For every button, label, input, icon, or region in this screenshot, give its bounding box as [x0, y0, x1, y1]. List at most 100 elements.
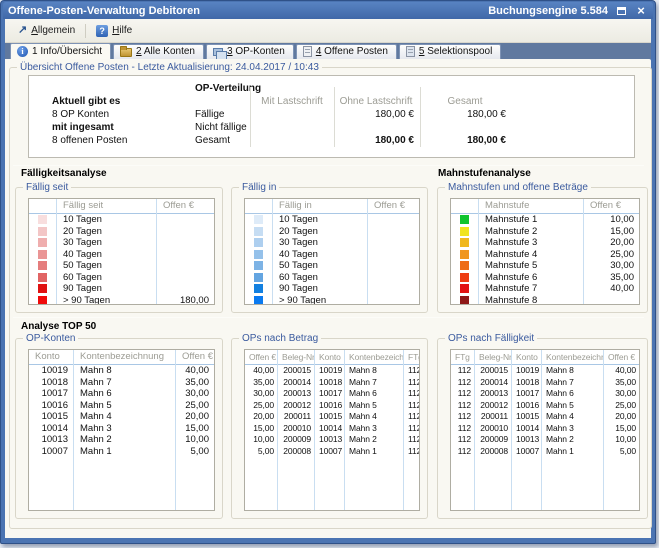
- tab-info-uebersicht[interactable]: i1 Info/Übersicht: [10, 43, 111, 59]
- severity-swatch-cell[interactable]: [451, 260, 478, 272]
- label-cell[interactable]: 30 Tagen: [273, 237, 367, 249]
- label-cell[interactable]: 50 Tagen: [57, 260, 156, 272]
- offen-cell[interactable]: 5,00: [245, 446, 277, 458]
- offen-cell[interactable]: 25,00: [245, 400, 277, 412]
- offen-cell[interactable]: 25,00: [176, 400, 214, 412]
- konto-cell[interactable]: 10013: [29, 434, 73, 446]
- bez-cell[interactable]: Mahn 4: [345, 411, 403, 423]
- severity-swatch-cell[interactable]: [245, 283, 272, 295]
- beleg-cell[interactable]: 200009: [278, 434, 314, 446]
- label-cell[interactable]: 20 Tagen: [57, 226, 156, 238]
- severity-swatch-cell[interactable]: [245, 226, 272, 238]
- label-cell[interactable]: Mahnstufe 4: [479, 249, 583, 261]
- offen-cell[interactable]: 30,00: [176, 388, 214, 400]
- severity-swatch-cell[interactable]: [245, 237, 272, 249]
- ftg-cell[interactable]: 112: [451, 423, 474, 435]
- severity-swatch-cell[interactable]: [451, 295, 478, 305]
- konto-cell[interactable]: 10017: [29, 388, 73, 400]
- konto-cell[interactable]: 10019: [29, 365, 73, 377]
- konto-cell[interactable]: 10019: [512, 365, 541, 377]
- label-cell[interactable]: 40 Tagen: [57, 249, 156, 261]
- ftg-cell[interactable]: 112: [451, 388, 474, 400]
- konto-cell[interactable]: 10019: [315, 365, 344, 377]
- beleg-cell[interactable]: 200012: [475, 400, 511, 412]
- bez-cell[interactable]: Mahn 2: [345, 434, 403, 446]
- offen-cell[interactable]: 20,00: [176, 411, 214, 423]
- ftg-cell[interactable]: 112: [404, 446, 419, 458]
- severity-swatch-cell[interactable]: [245, 214, 272, 226]
- offen-cell[interactable]: 180,00: [157, 295, 214, 305]
- bez-cell[interactable]: Mahn 1: [345, 446, 403, 458]
- konto-cell[interactable]: 10015: [29, 411, 73, 423]
- offen-cell[interactable]: [368, 249, 419, 261]
- bez-cell[interactable]: Mahn 7: [542, 377, 603, 389]
- offen-cell[interactable]: 30,00: [584, 260, 639, 272]
- ftg-cell[interactable]: 112: [404, 411, 419, 423]
- konto-cell[interactable]: 10007: [29, 446, 73, 458]
- label-cell[interactable]: 90 Tagen: [57, 283, 156, 295]
- beleg-cell[interactable]: 200014: [475, 377, 511, 389]
- ftg-cell[interactable]: 112: [451, 411, 474, 423]
- severity-swatch-cell[interactable]: [29, 237, 56, 249]
- konto-cell[interactable]: 10015: [315, 411, 344, 423]
- konto-cell[interactable]: 10017: [512, 388, 541, 400]
- severity-swatch-cell[interactable]: [29, 260, 56, 272]
- label-cell[interactable]: Mahnstufe 8: [479, 295, 583, 305]
- label-cell[interactable]: Mahnstufe 1: [479, 214, 583, 226]
- offen-cell[interactable]: 15,00: [604, 423, 639, 435]
- tab-op-konten[interactable]: 3 OP-Konten: [206, 44, 294, 59]
- bez-cell[interactable]: Mahn 6: [542, 388, 603, 400]
- offen-cell[interactable]: [368, 283, 419, 295]
- offen-cell[interactable]: 5,00: [176, 446, 214, 458]
- bez-cell[interactable]: Mahn 7: [345, 377, 403, 389]
- label-cell[interactable]: Mahnstufe 7: [479, 283, 583, 295]
- bez-cell[interactable]: Mahn 5: [345, 400, 403, 412]
- label-cell[interactable]: > 90 Tagen: [273, 295, 367, 305]
- konto-cell[interactable]: 10013: [315, 434, 344, 446]
- offen-cell[interactable]: 20,00: [245, 411, 277, 423]
- bez-cell[interactable]: Mahn 1: [74, 446, 175, 458]
- offen-cell[interactable]: [368, 295, 419, 305]
- beleg-cell[interactable]: 200013: [278, 388, 314, 400]
- ftg-cell[interactable]: 112: [451, 365, 474, 377]
- label-cell[interactable]: 60 Tagen: [57, 272, 156, 284]
- label-cell[interactable]: 50 Tagen: [273, 260, 367, 272]
- offen-cell[interactable]: 15,00: [176, 423, 214, 435]
- beleg-cell[interactable]: 200010: [475, 423, 511, 435]
- severity-swatch-cell[interactable]: [245, 249, 272, 261]
- offen-cell[interactable]: [157, 260, 214, 272]
- offen-cell[interactable]: [368, 226, 419, 238]
- menu-item-allgemein[interactable]: ↗ Allgemein: [11, 23, 82, 38]
- beleg-cell[interactable]: 200008: [278, 446, 314, 458]
- severity-swatch-cell[interactable]: [29, 283, 56, 295]
- offen-cell[interactable]: [157, 226, 214, 238]
- konto-cell[interactable]: 10014: [512, 423, 541, 435]
- ftg-cell[interactable]: 112: [404, 400, 419, 412]
- severity-swatch-cell[interactable]: [245, 272, 272, 284]
- severity-swatch-cell[interactable]: [451, 214, 478, 226]
- offen-cell[interactable]: [157, 249, 214, 261]
- offen-cell[interactable]: 30,00: [245, 388, 277, 400]
- severity-swatch-cell[interactable]: [29, 272, 56, 284]
- offen-cell[interactable]: [157, 272, 214, 284]
- label-cell[interactable]: 10 Tagen: [57, 214, 156, 226]
- offen-cell[interactable]: [368, 214, 419, 226]
- konto-cell[interactable]: 10018: [315, 377, 344, 389]
- bez-cell[interactable]: Mahn 3: [345, 423, 403, 435]
- offen-cell[interactable]: [584, 295, 639, 305]
- bez-cell[interactable]: Mahn 7: [74, 377, 175, 389]
- konto-cell[interactable]: 10007: [512, 446, 541, 458]
- offen-cell[interactable]: [368, 260, 419, 272]
- konto-cell[interactable]: 10015: [512, 411, 541, 423]
- konto-cell[interactable]: 10014: [29, 423, 73, 435]
- offen-cell[interactable]: 35,00: [584, 272, 639, 284]
- severity-swatch-cell[interactable]: [29, 249, 56, 261]
- ftg-cell[interactable]: 112: [404, 434, 419, 446]
- bez-cell[interactable]: Mahn 4: [74, 411, 175, 423]
- severity-swatch-cell[interactable]: [451, 272, 478, 284]
- ftg-cell[interactable]: 112: [451, 400, 474, 412]
- label-cell[interactable]: Mahnstufe 6: [479, 272, 583, 284]
- konto-cell[interactable]: 10007: [315, 446, 344, 458]
- severity-swatch-cell[interactable]: [245, 295, 272, 305]
- close-button[interactable]: ×: [634, 4, 648, 17]
